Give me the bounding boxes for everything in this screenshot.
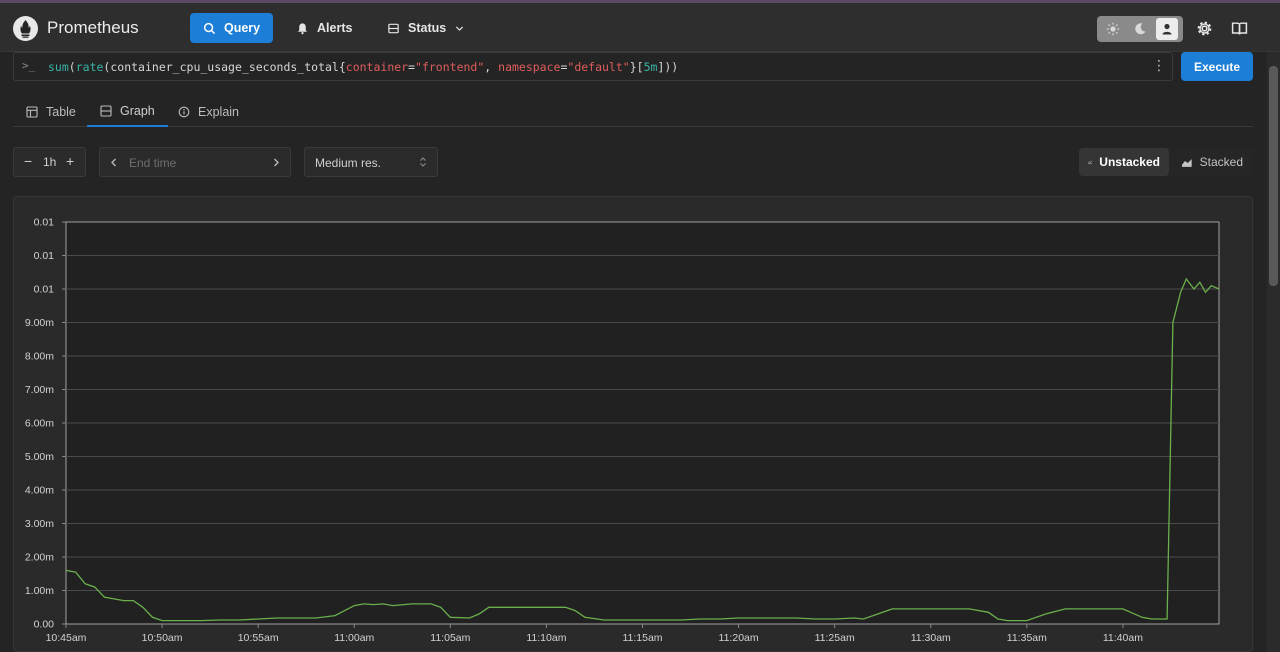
query-token: ,: [484, 60, 499, 74]
nav-alerts-button[interactable]: Alerts: [283, 13, 365, 43]
y-tick-label: 5.00m: [25, 451, 54, 463]
y-tick-label: 3.00m: [25, 518, 54, 530]
query-options-icon[interactable]: ⋮: [1152, 57, 1166, 75]
query-token: namespace: [498, 60, 561, 74]
prometheus-logo-icon: [13, 16, 38, 41]
chevron-down-icon: [456, 26, 464, 31]
nav-status-label: Status: [408, 21, 447, 35]
line-chart-icon: [1088, 160, 1093, 164]
nav-query-button[interactable]: Query: [190, 13, 274, 43]
query-token: (: [68, 60, 76, 74]
nav-alerts-label: Alerts: [317, 21, 353, 35]
book-icon: [1231, 21, 1247, 34]
query-token: "frontend": [415, 60, 485, 74]
query-token: [: [636, 60, 644, 74]
stacking-toggle: Unstacked Stacked: [1079, 148, 1253, 176]
x-tick-label: 11:15am: [622, 632, 662, 644]
moon-icon: [1135, 23, 1146, 35]
y-tick-label: 6.00m: [25, 418, 54, 430]
nav-status-button[interactable]: Status: [374, 13, 478, 43]
x-tick-label: 11:25am: [815, 632, 855, 644]
x-tick-label: 11:05am: [430, 632, 470, 644]
x-tick-label: 10:55am: [238, 632, 279, 644]
query-token: {: [338, 60, 346, 74]
y-tick-label: 4.00m: [25, 485, 54, 497]
y-tick-label: 0.01: [34, 217, 55, 229]
query-token: "default": [567, 60, 630, 74]
graph-icon: [100, 104, 112, 117]
theme-switcher: [1097, 16, 1183, 42]
y-tick-label: 2.00m: [25, 552, 54, 564]
query-token: }: [629, 60, 637, 74]
bell-icon: [297, 22, 308, 34]
x-tick-label: 11:30am: [911, 632, 951, 644]
chevron-left-icon[interactable]: [110, 158, 118, 167]
y-tick-label: 8.00m: [25, 351, 54, 363]
gear-icon: [1197, 21, 1211, 35]
range-increase-button[interactable]: +: [66, 153, 74, 169]
navbar: Prometheus Query Alerts Status: [0, 3, 1280, 52]
x-tick-label: 11:00am: [334, 632, 374, 644]
stacked-label: Stacked: [1199, 155, 1243, 169]
search-icon: [203, 22, 216, 34]
tab-explain-label: Explain: [198, 104, 239, 119]
x-tick-label: 10:45am: [46, 632, 87, 644]
chevron-right-icon[interactable]: [272, 158, 280, 167]
unstacked-label: Unstacked: [1099, 155, 1160, 169]
sun-icon: [1106, 22, 1120, 36]
stacked-button[interactable]: Stacked: [1172, 148, 1252, 176]
nav-query-label: Query: [224, 21, 261, 35]
tab-graph-label: Graph: [120, 103, 155, 118]
x-tick-label: 11:20am: [719, 632, 759, 644]
docs-button[interactable]: [1230, 19, 1248, 37]
prompt-icon: >_: [22, 59, 36, 72]
query-token: container: [345, 60, 409, 74]
y-tick-label: 0.01: [34, 250, 55, 262]
user-icon: [1162, 23, 1172, 35]
select-arrows-icon: [420, 157, 426, 167]
y-tick-label: 0.01: [34, 284, 55, 296]
theme-dark-button[interactable]: [1129, 18, 1151, 40]
x-tick-label: 10:50am: [142, 632, 183, 644]
query-token: 5m: [643, 60, 658, 74]
result-tabs: Table Graph Explain: [13, 96, 1253, 127]
info-icon: [178, 106, 190, 117]
server-icon: [388, 23, 399, 33]
range-control: − 1h +: [13, 147, 86, 177]
x-tick-label: 11:35am: [1007, 632, 1047, 644]
resolution-value: Medium res.: [315, 156, 382, 170]
table-icon: [26, 105, 38, 118]
range-decrease-button[interactable]: −: [24, 153, 32, 169]
end-time-picker[interactable]: End time: [99, 147, 291, 177]
y-tick-label: 9.00m: [25, 317, 54, 329]
execute-button[interactable]: Execute: [1181, 52, 1253, 81]
theme-auto-button[interactable]: [1156, 18, 1178, 40]
query-token: )): [664, 60, 679, 74]
query-token: container_cpu_usage_seconds_total: [110, 60, 339, 74]
expression-input[interactable]: >_ sum(rate(container_cpu_usage_seconds_…: [13, 52, 1173, 81]
y-tick-label: 1.00m: [25, 585, 54, 597]
y-tick-label: 0.00: [34, 619, 55, 631]
resolution-select[interactable]: Medium res.: [304, 147, 438, 177]
scrollbar-thumb[interactable]: [1269, 66, 1278, 286]
settings-button[interactable]: [1195, 19, 1213, 37]
tab-explain[interactable]: Explain: [165, 96, 252, 127]
query-token: =: [408, 60, 416, 74]
query-token: rate: [75, 60, 104, 74]
query-token: sum: [48, 60, 69, 74]
theme-light-button[interactable]: [1102, 18, 1124, 40]
tab-table[interactable]: Table: [13, 96, 89, 127]
time-series-chart[interactable]: 0.00 1.00m 2.00m 3.00m 4.00m 5.00m 6.00m 7.00m 8…: [13, 196, 1253, 652]
tab-table-label: Table: [46, 104, 76, 119]
x-tick-label: 11:10am: [526, 632, 566, 644]
unstacked-button[interactable]: Unstacked: [1079, 148, 1169, 176]
x-tick-label: 11:40am: [1103, 632, 1143, 644]
area-chart-icon: [1181, 159, 1192, 167]
expression-text: sum(rate(container_cpu_usage_seconds_tot…: [48, 60, 678, 74]
y-tick-label: 7.00m: [25, 384, 54, 396]
end-time-placeholder: End time: [129, 156, 177, 170]
tab-graph[interactable]: Graph: [87, 96, 168, 127]
range-value[interactable]: 1h: [43, 155, 56, 169]
app-title: Prometheus: [47, 18, 139, 37]
